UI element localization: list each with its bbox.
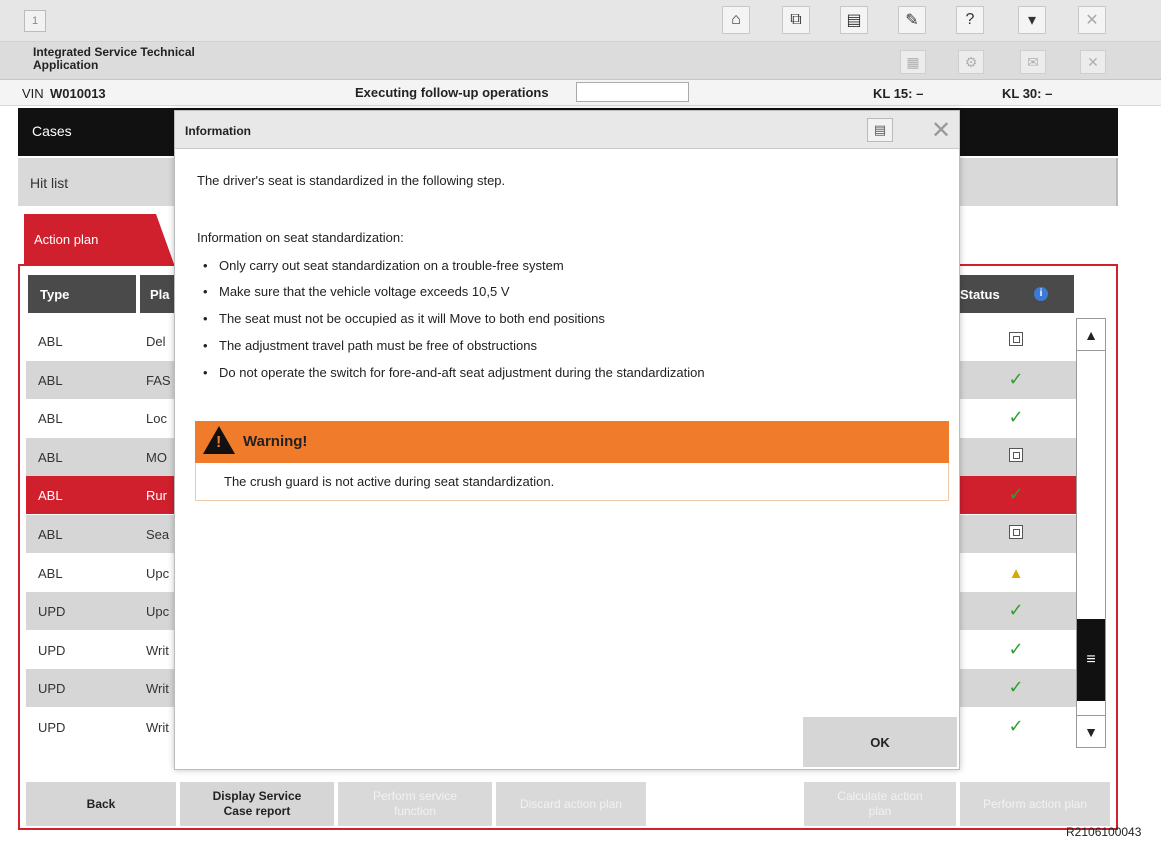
minimize-icon[interactable]: ▾ xyxy=(1018,6,1046,34)
cell-type: ABL xyxy=(38,488,63,503)
close-icon[interactable]: ✕ xyxy=(927,116,955,144)
executing-label: Executing follow-up operations xyxy=(355,85,549,100)
tab-action-plan-label: Action plan xyxy=(34,232,99,247)
title-bar: Integrated Service Technical Application xyxy=(0,42,1161,80)
connection-icon[interactable]: ⧉ xyxy=(782,6,810,34)
perform-service-function-button[interactable]: Perform service function xyxy=(338,782,492,826)
pending-icon xyxy=(1006,523,1026,543)
check-icon: ✓ xyxy=(1008,407,1024,427)
display-service-case-report-button[interactable]: Display Service Case report xyxy=(180,782,334,826)
check-icon: ✓ xyxy=(1008,484,1024,504)
back-button[interactable]: Back xyxy=(26,782,176,826)
column-header-status[interactable]: Status i xyxy=(958,275,1074,313)
cell-plan: Sea xyxy=(146,527,170,542)
check-icon: ✓ xyxy=(1008,716,1024,736)
vin-label: VIN xyxy=(22,86,44,101)
vin-value: W010013 xyxy=(50,86,106,101)
perform-action-plan-button[interactable]: Perform action plan xyxy=(960,782,1110,826)
help-icon[interactable]: ? xyxy=(956,6,984,34)
cell-plan: Rur xyxy=(146,488,167,503)
wrench-icon[interactable]: ✎ xyxy=(898,6,926,34)
warning-text: The crush guard is not active during sea… xyxy=(224,474,555,489)
progress-field xyxy=(576,82,689,102)
check-icon: ✓ xyxy=(1008,677,1024,697)
window-number[interactable]: 1 xyxy=(24,10,46,32)
check-icon: ✓ xyxy=(1008,639,1024,659)
list-item: The seat must not be occupied as it will… xyxy=(203,311,605,326)
kl15-status: KL 15: – xyxy=(873,86,924,101)
ok-button[interactable]: OK xyxy=(803,717,957,767)
info-icon[interactable]: i xyxy=(1034,287,1048,301)
dialog-title: Information xyxy=(185,124,251,138)
nav-hit-list-label: Hit list xyxy=(30,175,69,191)
measurement-icon[interactable]: ▦ xyxy=(900,50,926,74)
list-item: Do not operate the switch for fore-and-a… xyxy=(203,365,705,380)
cell-type: UPD xyxy=(38,643,66,658)
column-header-type[interactable]: Type xyxy=(28,275,136,313)
nav-cases-label: Cases xyxy=(32,123,72,139)
warning-body: The crush guard is not active during sea… xyxy=(195,463,949,501)
dialog-header: Information ▤ ✕ xyxy=(175,111,959,149)
close-icon[interactable]: ✕ xyxy=(1080,50,1106,74)
column-header-plan[interactable]: Pla xyxy=(140,275,176,313)
close-icon[interactable]: ✕ xyxy=(1078,6,1106,34)
reference-code: R2106100043 xyxy=(1066,825,1142,839)
cell-type: ABL xyxy=(38,334,63,349)
cell-type: ABL xyxy=(38,373,63,388)
info-heading: Information on seat standardization: xyxy=(197,230,404,245)
cell-plan: Del xyxy=(146,334,166,349)
table-scrollbar[interactable]: ▲ ≡ ▼ xyxy=(1076,318,1106,748)
warning-title: Warning! xyxy=(243,433,308,450)
tab-action-plan[interactable]: Action plan xyxy=(24,214,174,264)
cell-type: UPD xyxy=(38,604,66,619)
cell-type: UPD xyxy=(38,681,66,696)
scroll-thumb[interactable]: ≡ xyxy=(1077,619,1105,701)
settings-icon[interactable]: ⚙ xyxy=(958,50,984,74)
warning-icon: ▲ xyxy=(1008,565,1024,582)
top-toolbar: 1 ⌂ ⧉ ▤ ✎ ? ▾ ✕ xyxy=(0,0,1161,42)
discard-action-plan-button[interactable]: Discard action plan xyxy=(496,782,646,826)
print-icon[interactable]: ▤ xyxy=(867,118,893,142)
check-icon: ✓ xyxy=(1008,369,1024,389)
mail-icon[interactable]: ✉ xyxy=(1020,50,1046,74)
cell-type: ABL xyxy=(38,411,63,426)
status-row: VIN W010013 Executing follow-up operatio… xyxy=(0,80,1161,106)
cell-plan: Writ xyxy=(146,643,169,658)
information-dialog: Information ▤ ✕ The driver's seat is sta… xyxy=(174,110,960,770)
pending-icon xyxy=(1006,446,1026,466)
list-item: Make sure that the vehicle voltage excee… xyxy=(203,284,510,299)
cell-type: ABL xyxy=(38,450,63,465)
cell-plan: Upc xyxy=(146,566,170,581)
cell-plan: FAS xyxy=(146,373,171,388)
scroll-down-icon[interactable]: ▼ xyxy=(1077,715,1105,747)
print-icon[interactable]: ▤ xyxy=(840,6,868,34)
cell-plan: Writ xyxy=(146,681,169,696)
home-icon[interactable]: ⌂ xyxy=(722,6,750,34)
list-item: The adjustment travel path must be free … xyxy=(203,338,537,353)
list-item: Only carry out seat standardization on a… xyxy=(203,258,564,273)
calculate-action-plan-button[interactable]: Calculate action plan xyxy=(804,782,956,826)
check-icon: ✓ xyxy=(1008,600,1024,620)
cell-type: UPD xyxy=(38,720,66,735)
warning-header: ! Warning! xyxy=(195,421,949,463)
pending-icon xyxy=(1006,330,1026,350)
kl30-status: KL 30: – xyxy=(1002,86,1053,101)
cell-plan: Upc xyxy=(146,604,170,619)
scroll-up-icon[interactable]: ▲ xyxy=(1077,319,1105,351)
dialog-intro: The driver's seat is standardized in the… xyxy=(197,173,506,188)
cell-plan: Writ xyxy=(146,720,169,735)
cell-type: ABL xyxy=(38,527,63,542)
cell-plan: MO xyxy=(146,450,167,465)
cell-type: ABL xyxy=(38,566,63,581)
app-title: Integrated Service Technical Application xyxy=(33,45,195,72)
cell-plan: Loc xyxy=(146,411,167,426)
